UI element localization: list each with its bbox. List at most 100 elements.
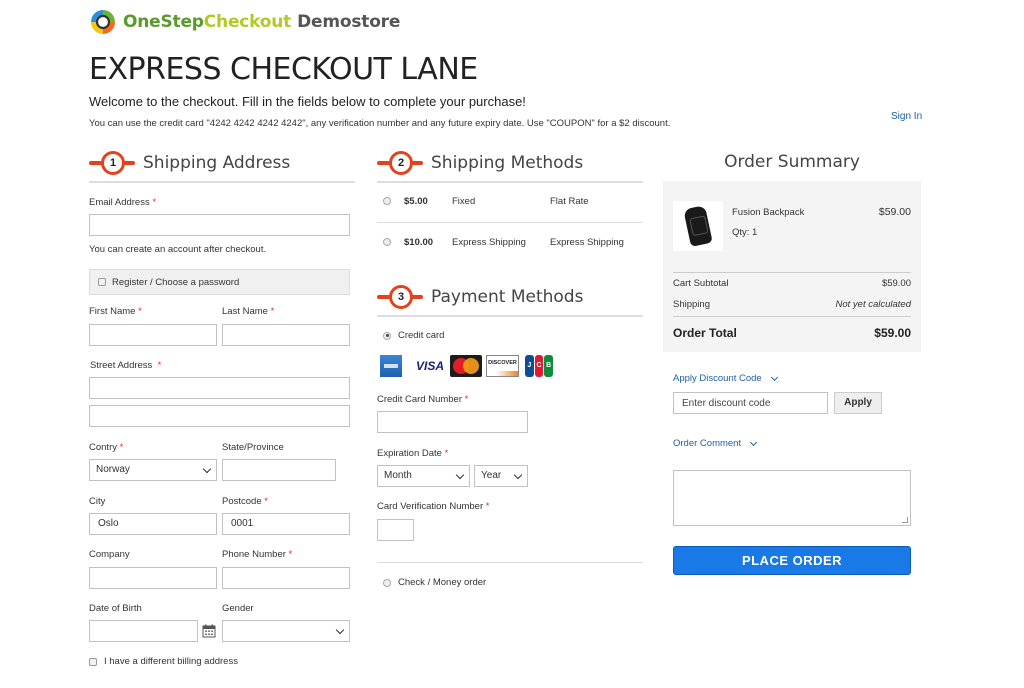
section-divider: [377, 181, 643, 183]
payment-methods-header: 3 Payment Methods: [377, 282, 643, 312]
shipping-label: Shipping: [673, 299, 710, 310]
expiration-year-select[interactable]: Year: [474, 465, 528, 487]
step-badge: 3: [377, 285, 423, 309]
section-divider: [89, 181, 355, 183]
resize-handle-icon[interactable]: [902, 517, 908, 523]
street-address-label: Street Address *: [90, 360, 162, 371]
credit-card-label: Credit card: [398, 330, 445, 341]
section-divider: [377, 315, 643, 317]
register-password-toggle[interactable]: Register / Choose a password: [89, 269, 350, 295]
step-badge: 1: [89, 151, 135, 175]
chevron-down-icon: [770, 373, 778, 381]
register-checkbox[interactable]: [98, 278, 106, 286]
step-number: 1: [101, 151, 125, 175]
check-money-radio[interactable]: [383, 578, 391, 587]
shipping-methods-header: 2 Shipping Methods: [377, 148, 643, 178]
postcode-label: Postcode *: [222, 496, 268, 507]
register-label: Register / Choose a password: [112, 276, 240, 288]
order-comment-textarea[interactable]: [673, 470, 911, 526]
shipping-price: $5.00: [404, 196, 428, 207]
jcb-icon: J C B: [525, 355, 554, 377]
comment-toggle-label: Order Comment: [673, 438, 742, 449]
different-billing-option[interactable]: I have a different billing address: [89, 656, 238, 667]
discount-code-input[interactable]: [673, 392, 828, 414]
logo-text-checkout: Checkout: [203, 12, 292, 32]
state-field[interactable]: [222, 459, 336, 481]
section-title: Payment Methods: [431, 287, 584, 307]
gender-select[interactable]: [222, 620, 350, 642]
check-money-label: Check / Money order: [398, 577, 487, 588]
shipping-carrier-name: Flat Rate: [550, 196, 589, 207]
calendar-icon[interactable]: [202, 624, 216, 638]
company-field[interactable]: [89, 567, 217, 589]
place-order-button[interactable]: PLACE ORDER: [673, 546, 911, 575]
chevron-down-icon: [455, 470, 465, 479]
phone-field[interactable]: [222, 567, 350, 589]
last-name-field[interactable]: [222, 324, 350, 346]
company-label: Company: [89, 549, 130, 560]
cc-number-field[interactable]: [377, 411, 528, 433]
discount-toggle-label: Apply Discount Code: [673, 373, 762, 384]
different-billing-checkbox[interactable]: [89, 657, 97, 666]
order-total-label: Order Total: [673, 326, 737, 340]
dob-field[interactable]: [89, 620, 198, 642]
apply-discount-button[interactable]: Apply: [834, 392, 882, 414]
logo-text-demostore: Demostore: [297, 12, 401, 32]
year-value: Year: [481, 470, 502, 481]
logo-icon: [89, 8, 117, 36]
step-number: 3: [389, 285, 413, 309]
cvv-field[interactable]: [377, 519, 414, 541]
product-price: $59.00: [878, 206, 911, 218]
city-label: City: [89, 496, 106, 507]
credit-card-radio[interactable]: [383, 331, 391, 340]
step-number: 2: [389, 151, 413, 175]
postcode-field[interactable]: 0001: [222, 513, 350, 535]
test-card-hint: You can use the credit card "4242 4242 4…: [89, 118, 671, 129]
last-name-label: Last Name *: [222, 306, 275, 317]
shipping-option-express[interactable]: $10.00 Express Shipping Express Shipping: [383, 237, 643, 251]
subtotal-value: $59.00: [881, 278, 911, 289]
backpack-image: [683, 205, 713, 247]
dob-label: Date of Birth: [89, 603, 142, 614]
email-field[interactable]: [89, 214, 350, 236]
order-summary-title: Order Summary: [724, 152, 860, 172]
shipping-option-flat-rate[interactable]: $5.00 Fixed Flat Rate: [383, 196, 643, 210]
row-divider: [377, 222, 643, 223]
payment-divider: [377, 562, 643, 563]
discount-code-toggle[interactable]: Apply Discount Code: [673, 373, 778, 384]
shipping-address-header: 1 Shipping Address: [89, 148, 355, 178]
shipping-radio[interactable]: [383, 238, 391, 246]
discover-icon: DISCOVER: [486, 355, 519, 377]
first-name-field[interactable]: [89, 324, 217, 346]
section-title: Shipping Methods: [431, 153, 584, 173]
street-line1-field[interactable]: [89, 377, 350, 399]
logo-text-onestep: OneStep: [123, 12, 204, 32]
store-logo[interactable]: OneStepCheckout Demostore: [89, 8, 400, 36]
street-line2-field[interactable]: [89, 405, 350, 427]
country-value: Norway: [96, 464, 130, 475]
shipping-radio[interactable]: [383, 197, 391, 205]
jcb-letter: J: [525, 355, 534, 377]
chevron-down-icon: [513, 470, 523, 479]
shipping-method-name: Fixed: [452, 196, 476, 207]
sign-in-link[interactable]: Sign In: [891, 111, 922, 122]
order-comment-toggle[interactable]: Order Comment: [673, 438, 758, 449]
chevron-down-icon: [335, 625, 345, 634]
expiration-label: Expiration Date *: [377, 448, 449, 459]
shipping-value: Not yet calculated: [835, 299, 911, 310]
expiration-month-select[interactable]: Month: [377, 465, 470, 487]
logo-text: OneStepCheckout Demostore: [123, 12, 400, 32]
order-total-value: $59.00: [874, 326, 911, 340]
shipping-method-name: Express Shipping: [452, 237, 526, 248]
email-label: Email Address *: [89, 197, 157, 208]
city-field[interactable]: Oslo: [89, 513, 217, 535]
phone-label: Phone Number *: [222, 549, 293, 560]
shipping-carrier-name: Express Shipping: [550, 237, 624, 248]
payment-option-check-money[interactable]: Check / Money order: [383, 577, 486, 588]
visa-icon: VISA: [415, 359, 444, 373]
payment-option-credit-card[interactable]: Credit card: [383, 330, 444, 341]
country-select[interactable]: Norway: [89, 459, 217, 481]
cvv-label: Card Verification Number *: [377, 501, 490, 512]
summary-divider: [673, 316, 911, 317]
page-title: EXPRESS CHECKOUT LANE: [89, 52, 478, 87]
